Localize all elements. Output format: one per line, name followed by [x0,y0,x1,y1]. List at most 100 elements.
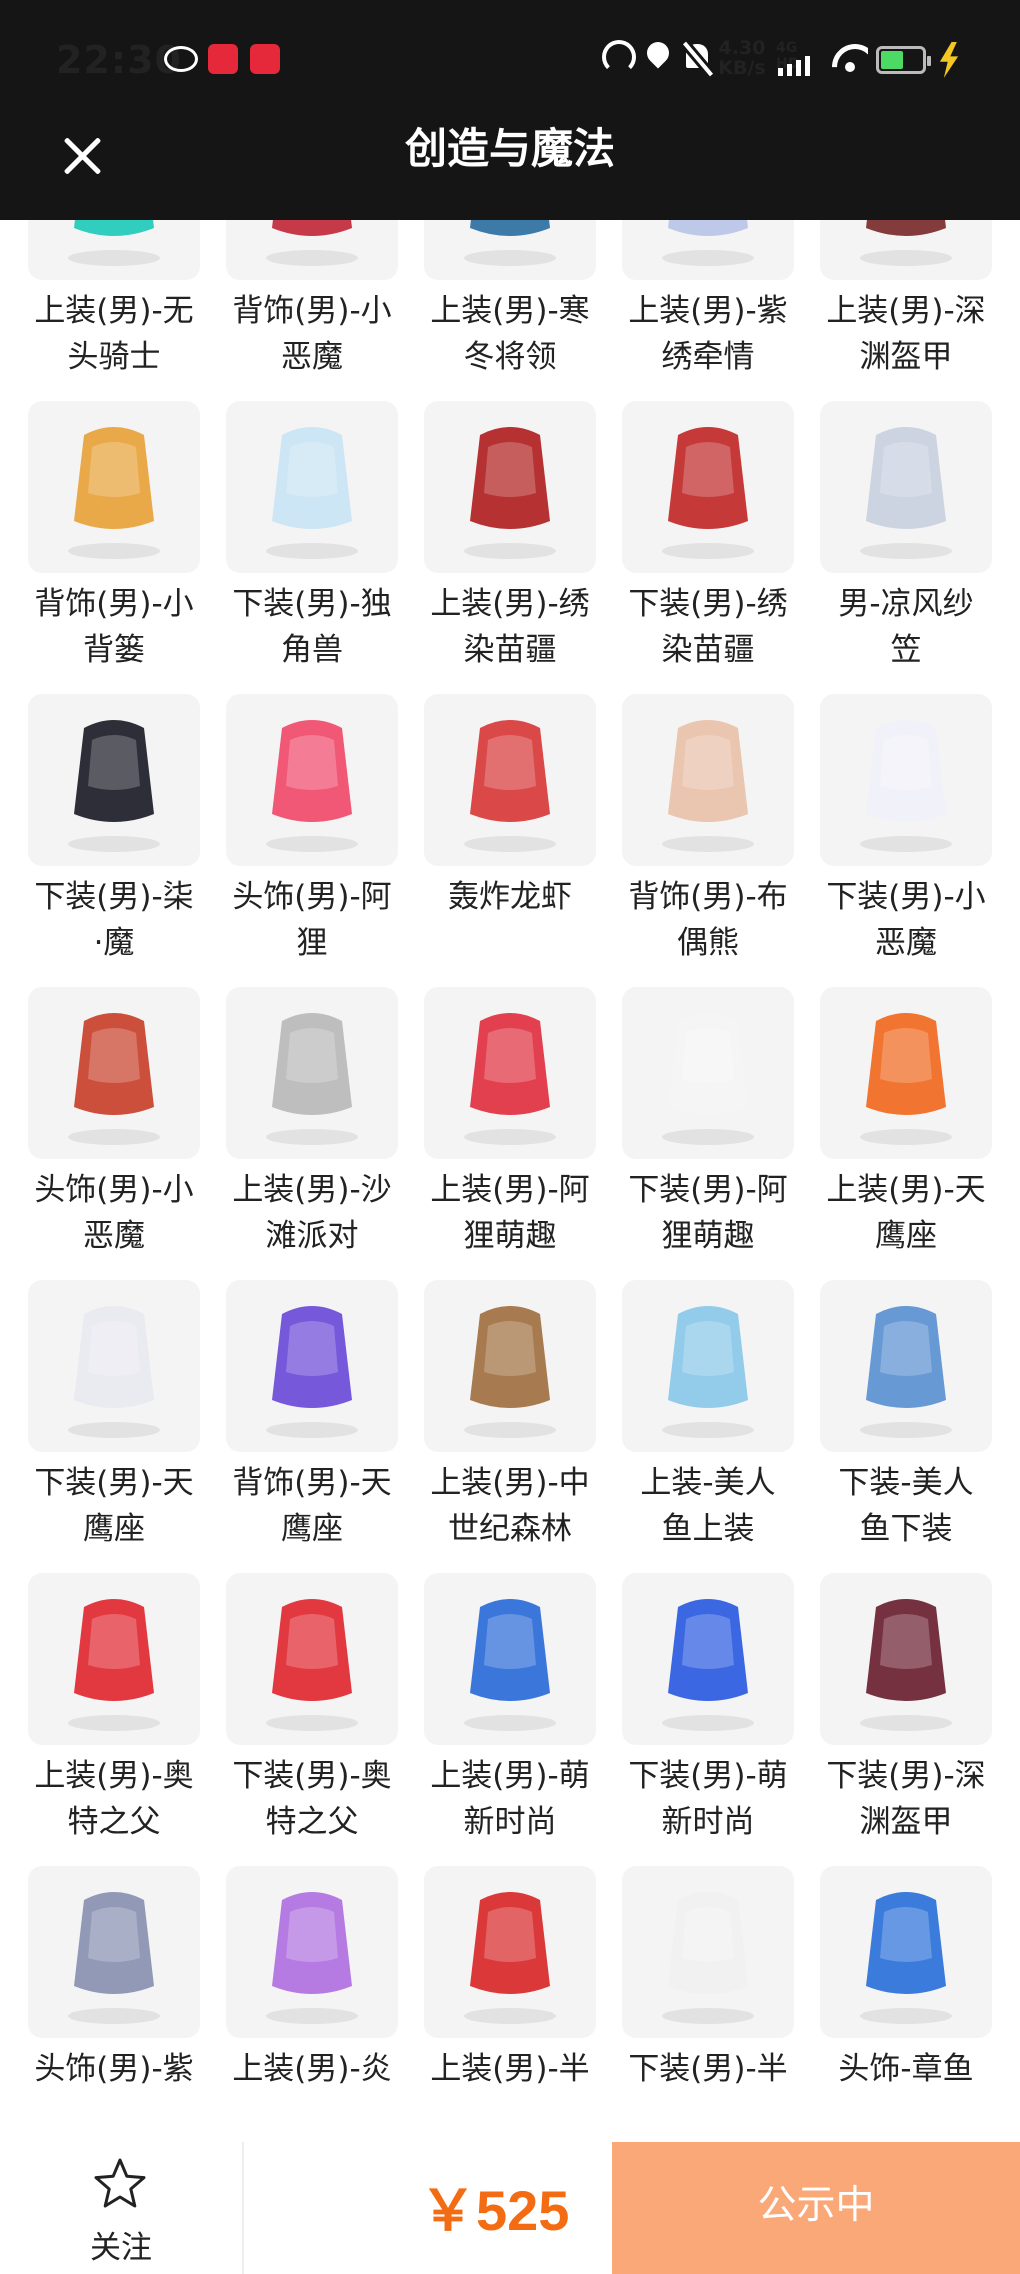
item-card[interactable]: 男-凉风纱笠 [820,401,992,693]
item-name-line: 笠 [890,632,922,668]
item-card[interactable]: 上装(男)-奥 特之父 [28,1573,200,1865]
item-card[interactable]: 上装(男)-寒 冬将领 [424,220,596,400]
status-label: 公示中 [757,2183,875,2228]
item-card[interactable]: 下装-美人 鱼下装 [820,1280,992,1572]
item-name-line: 上装(男)-奥 [34,1758,194,1794]
item-name-line: 鱼上装 [661,1511,755,1547]
item-thumbnail [424,401,596,573]
location-icon [646,40,670,74]
item-name: 上装(男)-炎 [212,2046,412,2092]
item-card[interactable]: 头饰-章鱼 [820,1866,992,2142]
item-image [266,427,358,559]
item-name: 下装(男)-奥 特之父 [212,1753,412,1845]
item-thumbnail [820,987,992,1159]
item-name-line: 冬将领 [463,339,557,375]
item-card[interactable]: 下装(男)-独 角兽 [226,401,398,693]
item-card[interactable]: 下装(男)-深 渊盔甲 [820,1573,992,1865]
item-card[interactable]: 轰炸龙虾 [424,694,596,986]
item-card[interactable]: 下装(男)-绣 染苗疆 [622,401,794,693]
item-card[interactable]: 头饰(男)-紫 [28,1866,200,2142]
item-image [266,1306,358,1438]
item-card[interactable]: 上装(男)-萌 新时尚 [424,1573,596,1865]
item-name: 头饰(男)-紫 [14,2046,214,2092]
item-card[interactable]: 背饰(男)-天 鹰座 [226,1280,398,1572]
item-card[interactable]: 上装(男)-无 头骑士 [28,220,200,400]
item-name: 背饰(男)-小 恶魔 [212,288,412,380]
item-image [464,427,556,559]
item-card[interactable]: 上装(男)-中 世纪森林 [424,1280,596,1572]
item-card[interactable]: 下装(男)-阿 狸萌趣 [622,987,794,1279]
item-thumbnail [622,987,794,1159]
charging-icon [936,42,962,78]
item-thumbnail [820,1866,992,2038]
item-name: 下装(男)-独 角兽 [212,581,412,673]
item-name-line: 背饰(男)-小 [34,586,194,622]
item-card[interactable]: 上装(男)-紫 绣牵情 [622,220,794,400]
item-name: 上装(男)-阿 狸萌趣 [410,1167,610,1259]
item-name-line: 染苗疆 [661,632,755,668]
item-card[interactable]: 下装(男)-半 [622,1866,794,2142]
item-card[interactable]: 上装(男)-炎 [226,1866,398,2142]
item-card[interactable]: 上装(男)-沙 滩派对 [226,987,398,1279]
item-name-line: 上装-美人 [640,1465,776,1501]
item-card[interactable]: 头饰(男)-阿狸 [226,694,398,986]
item-image [68,1306,160,1438]
item-card[interactable]: 下装(男)-柒 ·魔 [28,694,200,986]
item-card[interactable]: 背饰(男)-小 背篓 [28,401,200,693]
item-name-line: 下装(男)-阿 [628,1172,788,1208]
item-image [68,1013,160,1145]
item-name: 下装(男)-萌 新时尚 [608,1753,808,1845]
item-thumbnail [226,1573,398,1745]
item-name-line: 下装(男)-独 [232,586,392,622]
item-card[interactable]: 上装(男)-半 [424,1866,596,2142]
item-thumbnail [622,1573,794,1745]
item-name: 上装-美人鱼上装 [608,1460,808,1552]
signal-icon: 4G HD [776,40,822,80]
item-name-line: 上装(男)-无 [34,293,194,329]
item-image [266,1892,358,2024]
item-image [860,220,952,266]
item-name-line: 恶魔 [83,1218,145,1254]
item-card[interactable]: 背饰(男)-布 偶熊 [622,694,794,986]
item-name-line: 角兽 [281,632,343,668]
item-thumbnail [226,987,398,1159]
item-image [68,220,160,266]
item-thumbnail [226,220,398,280]
item-card[interactable]: 上装-美人鱼上装 [622,1280,794,1572]
item-image [860,427,952,559]
item-name-line: 下装(男)-萌 [628,1758,788,1794]
item-card[interactable]: 上装(男)-深 渊盔甲 [820,220,992,400]
item-card[interactable]: 上装(男)-天 鹰座 [820,987,992,1279]
item-card[interactable]: 下装(男)-天 鹰座 [28,1280,200,1572]
app-icon [208,44,238,74]
item-card[interactable]: 下装(男)-小 恶魔 [820,694,992,986]
item-image [860,1306,952,1438]
item-name-line: 渊盔甲 [859,1804,953,1840]
item-card[interactable]: 上装(男)-阿 狸萌趣 [424,987,596,1279]
item-name-line: 背篓 [83,632,145,668]
item-card[interactable]: 下装(男)-奥 特之父 [226,1573,398,1865]
item-card[interactable]: 背饰(男)-小 恶魔 [226,220,398,400]
item-card[interactable]: 上装(男)-绣 染苗疆 [424,401,596,693]
item-name-line: 男-凉风纱 [838,586,974,622]
item-card[interactable]: 下装(男)-萌 新时尚 [622,1573,794,1865]
mute-icon [680,40,714,76]
follow-button[interactable]: 关注 [0,2142,242,2274]
item-image [464,1892,556,2024]
item-thumbnail [622,1866,794,2038]
item-name: 男-凉风纱笠 [806,581,1006,673]
item-card[interactable]: 头饰(男)-小 恶魔 [28,987,200,1279]
item-name-line: 上装(男)-天 [826,1172,986,1208]
status-button[interactable]: 公示中 [612,2142,1020,2274]
item-name: 上装(男)-无 头骑士 [14,288,214,380]
item-thumbnail [28,220,200,280]
item-name-line: 恶魔 [875,925,937,961]
item-image [464,1599,556,1731]
item-name-line: 上装(男)-深 [826,293,986,329]
net-speed-unit: KB/s [718,57,766,79]
item-image [860,1599,952,1731]
wechat-icon [164,46,198,72]
item-name-line: 上装(男)-中 [430,1465,590,1501]
item-thumbnail [424,987,596,1159]
item-image [860,1013,952,1145]
